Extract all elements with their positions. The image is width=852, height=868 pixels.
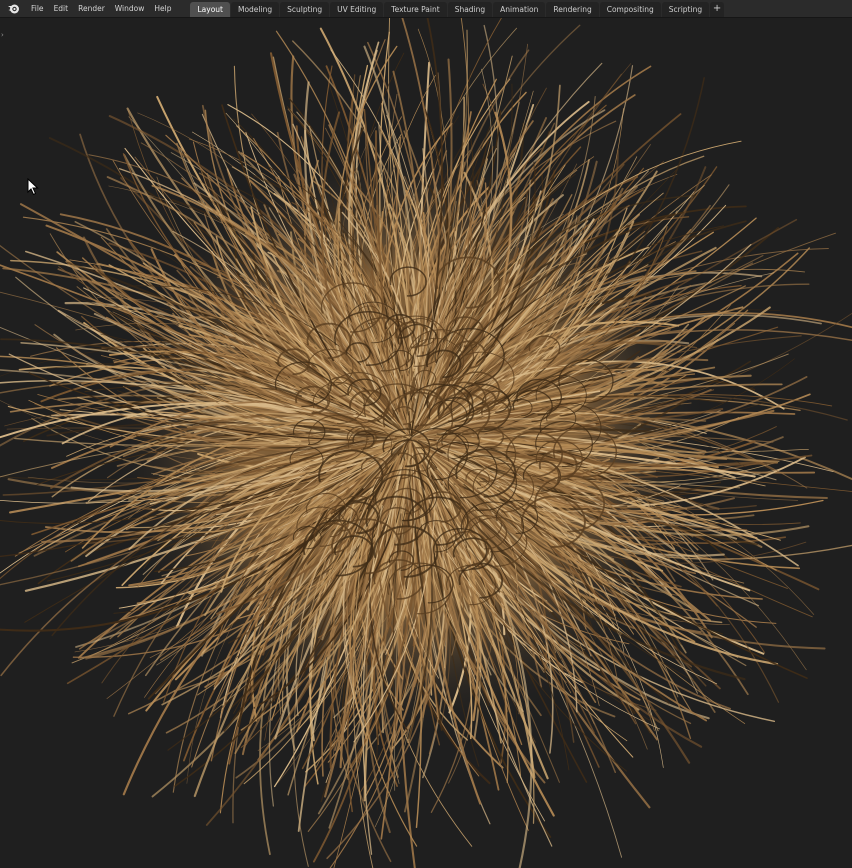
tab-layout[interactable]: Layout (190, 2, 230, 17)
mouse-pointer-icon (27, 177, 39, 196)
tab-compositing[interactable]: Compositing (599, 2, 661, 17)
tab-modeling[interactable]: Modeling (230, 2, 280, 17)
menu-edit[interactable]: Edit (49, 0, 74, 18)
tab-uv-editing[interactable]: UV Editing (330, 2, 384, 17)
add-workspace-button[interactable]: + (710, 2, 725, 17)
workspace-tabs: Layout Modeling Sculpting UV Editing Tex… (190, 0, 725, 18)
top-bar: File Edit Render Window Help Layout Mode… (0, 0, 852, 18)
main-menu: File Edit Render Window Help (26, 0, 176, 18)
toolbar-toggle[interactable]: › (1, 32, 4, 39)
tab-texture-paint[interactable]: Texture Paint (384, 2, 447, 17)
blender-logo-icon[interactable] (6, 2, 20, 16)
hair-fur-ball[interactable] (0, 18, 852, 868)
tab-shading[interactable]: Shading (447, 2, 493, 17)
tab-animation[interactable]: Animation (493, 2, 546, 17)
tab-sculpting[interactable]: Sculpting (280, 2, 330, 17)
3d-viewport[interactable]: › (0, 18, 852, 868)
tab-scripting[interactable]: Scripting (661, 2, 710, 17)
menu-window[interactable]: Window (110, 0, 150, 18)
tab-rendering[interactable]: Rendering (546, 2, 599, 17)
menu-render[interactable]: Render (73, 0, 110, 18)
menu-help[interactable]: Help (149, 0, 176, 18)
menu-file[interactable]: File (26, 0, 49, 18)
